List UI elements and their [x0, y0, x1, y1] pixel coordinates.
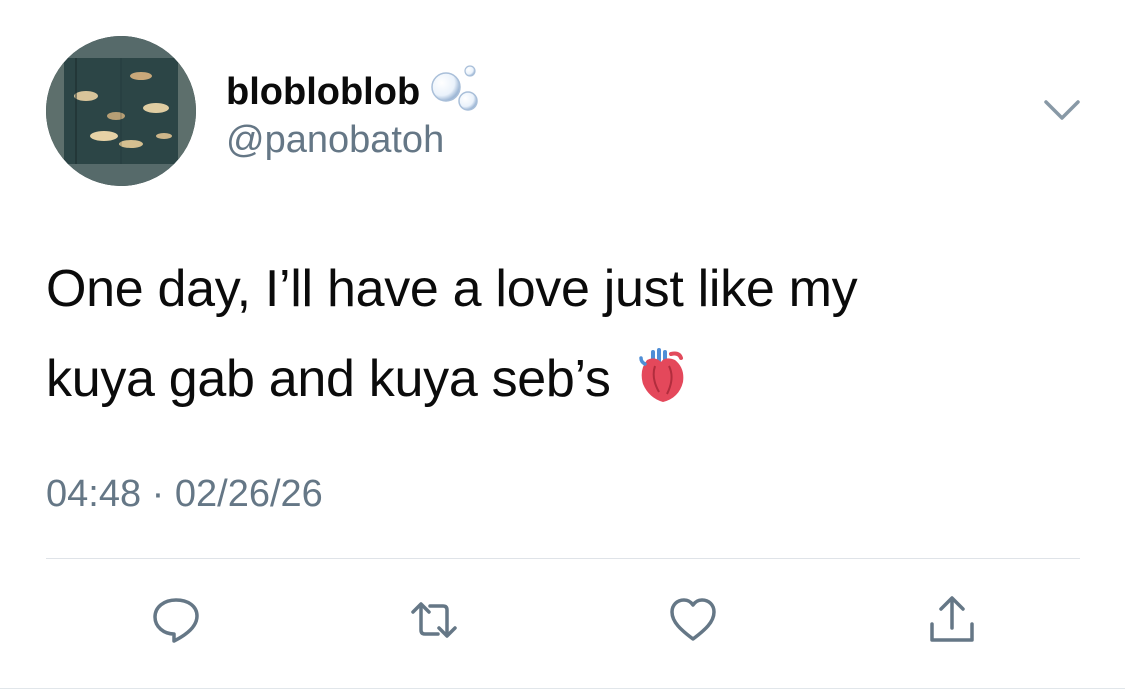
bottom-divider	[0, 688, 1125, 689]
share-icon	[930, 596, 974, 642]
share-button[interactable]	[922, 590, 982, 650]
tweet-text-line-2-wrap: kuya gab and kuya seb’s	[46, 334, 1046, 424]
anatomical-heart-emoji	[638, 348, 683, 402]
like-button[interactable]	[663, 590, 723, 650]
tweet-text-line-2: kuya gab and kuya seb’s	[46, 350, 611, 408]
user-handle[interactable]: @panobatoh	[226, 119, 444, 162]
tweet-text-line-1: One day, I’ll have a love just like my	[46, 260, 858, 318]
avatar[interactable]	[46, 36, 196, 186]
divider	[46, 558, 1080, 559]
reply-button[interactable]	[146, 590, 206, 650]
tweet-text: One day, I’ll have a love just like my k…	[46, 244, 1046, 424]
heart-icon	[670, 598, 716, 641]
chevron-down-icon[interactable]	[1042, 98, 1082, 124]
display-name-row: blobloblob	[226, 62, 488, 122]
retweet-icon	[411, 602, 457, 638]
retweet-button[interactable]	[404, 590, 464, 650]
fish-tank-avatar-image	[46, 36, 196, 186]
tweet: blobloblob @panobatoh One day, I’ll have…	[0, 0, 1125, 691]
bubbles-emoji	[431, 65, 478, 111]
timestamp: 04:48 · 02/26/26	[46, 473, 323, 515]
display-name[interactable]: blobloblob	[226, 73, 420, 111]
reply-icon	[153, 598, 199, 643]
action-bar	[0, 590, 1125, 650]
